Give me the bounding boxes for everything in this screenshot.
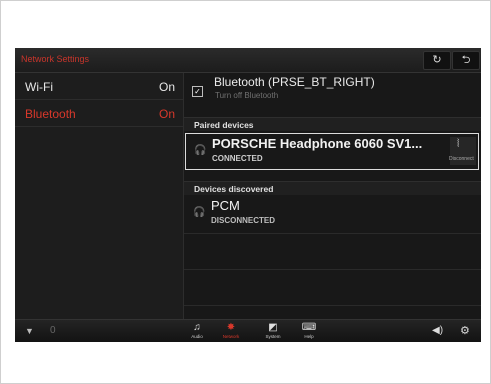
device-name: PORSCHE Headphone 6060 SV1...	[212, 136, 423, 151]
device-status: CONNECTED	[212, 154, 263, 163]
sidebar-item-bluetooth[interactable]: Bluetooth On	[15, 100, 183, 127]
music-icon: ♫	[193, 322, 201, 333]
section-heading: Devices discovered	[194, 184, 274, 194]
sidebar-item-label: Wi-Fi	[25, 80, 53, 94]
bluetooth-toggle-row[interactable]: ✓ Bluetooth (PRSE_BT_RIGHT) Turn off Blu…	[184, 73, 481, 111]
sidebar-item-value: On	[158, 107, 175, 121]
tab-network[interactable]: ✸ Network	[221, 322, 241, 340]
paired-device-row[interactable]: 🎧 PORSCHE Headphone 6060 SV1... CONNECTE…	[185, 133, 479, 170]
section-paired: Paired devices	[184, 117, 481, 131]
discovered-device-row[interactable]: 🎧 PCM DISCONNECTED	[185, 196, 477, 231]
section-heading: Paired devices	[194, 120, 254, 130]
sidebar-item-wifi[interactable]: Wi-Fi On	[15, 73, 183, 100]
back-button[interactable]: ⮌	[452, 51, 480, 70]
page-title: Network Settings	[21, 54, 90, 64]
tab-label: Network	[222, 334, 240, 339]
bluetooth-name: Bluetooth (PRSE_BT_RIGHT)	[214, 75, 375, 89]
tab-audio[interactable]: ♫ Audio	[187, 322, 207, 340]
disconnect-icon: ⦚	[457, 138, 460, 150]
infotainment-screen: Network Settings ↻ ⮌ Wi-Fi On Bluetooth …	[15, 48, 481, 342]
signal-value: 0	[50, 325, 56, 336]
settings-list: Wi-Fi On Bluetooth On	[15, 73, 184, 319]
sidebar-item-value: On	[158, 80, 175, 94]
frame: Network Settings ↻ ⮌ Wi-Fi On Bluetooth …	[0, 0, 491, 384]
help-icon: ⌨	[301, 322, 317, 333]
settings-gear-icon[interactable]: ⚙	[460, 324, 470, 337]
wifi-signal-icon: ▼	[25, 326, 34, 336]
back-icon: ⮌	[461, 54, 471, 66]
section-discovered: Devices discovered	[184, 181, 481, 195]
headphone-icon: 🎧	[194, 145, 207, 156]
disconnect-button[interactable]: ⦚ Disconnect	[449, 137, 476, 165]
tab-label: System	[265, 334, 281, 339]
tab-help[interactable]: ⌨ Help	[299, 322, 319, 340]
device-name: PCM	[211, 198, 240, 213]
checkbox-icon[interactable]: ✓	[192, 86, 203, 97]
bluetooth-panel: ✓ Bluetooth (PRSE_BT_RIGHT) Turn off Blu…	[184, 73, 481, 319]
bottom-nav-bar: ▼ 0 ♫ Audio ✸ Network ◩ System ⌨ Help ◀)…	[15, 319, 481, 342]
sidebar-item-label: Bluetooth	[25, 107, 76, 121]
refresh-icon: ↻	[432, 54, 442, 66]
divider	[184, 305, 481, 306]
refresh-button[interactable]: ↻	[423, 51, 451, 70]
header-bar: Network Settings ↻ ⮌	[15, 48, 481, 73]
tab-label: Help	[304, 334, 314, 339]
bluetooth-toggle-label: Turn off Bluetooth	[215, 91, 279, 100]
divider	[184, 233, 481, 234]
disconnect-label: Disconnect	[449, 156, 474, 162]
tab-label: Audio	[191, 334, 203, 339]
device-status: DISCONNECTED	[211, 216, 276, 225]
volume-icon[interactable]: ◀)	[432, 325, 443, 336]
tab-system[interactable]: ◩ System	[263, 322, 283, 340]
divider	[184, 269, 481, 270]
network-icon: ✸	[226, 322, 236, 333]
system-icon: ◩	[268, 322, 278, 333]
headphone-icon: 🎧	[193, 207, 206, 218]
